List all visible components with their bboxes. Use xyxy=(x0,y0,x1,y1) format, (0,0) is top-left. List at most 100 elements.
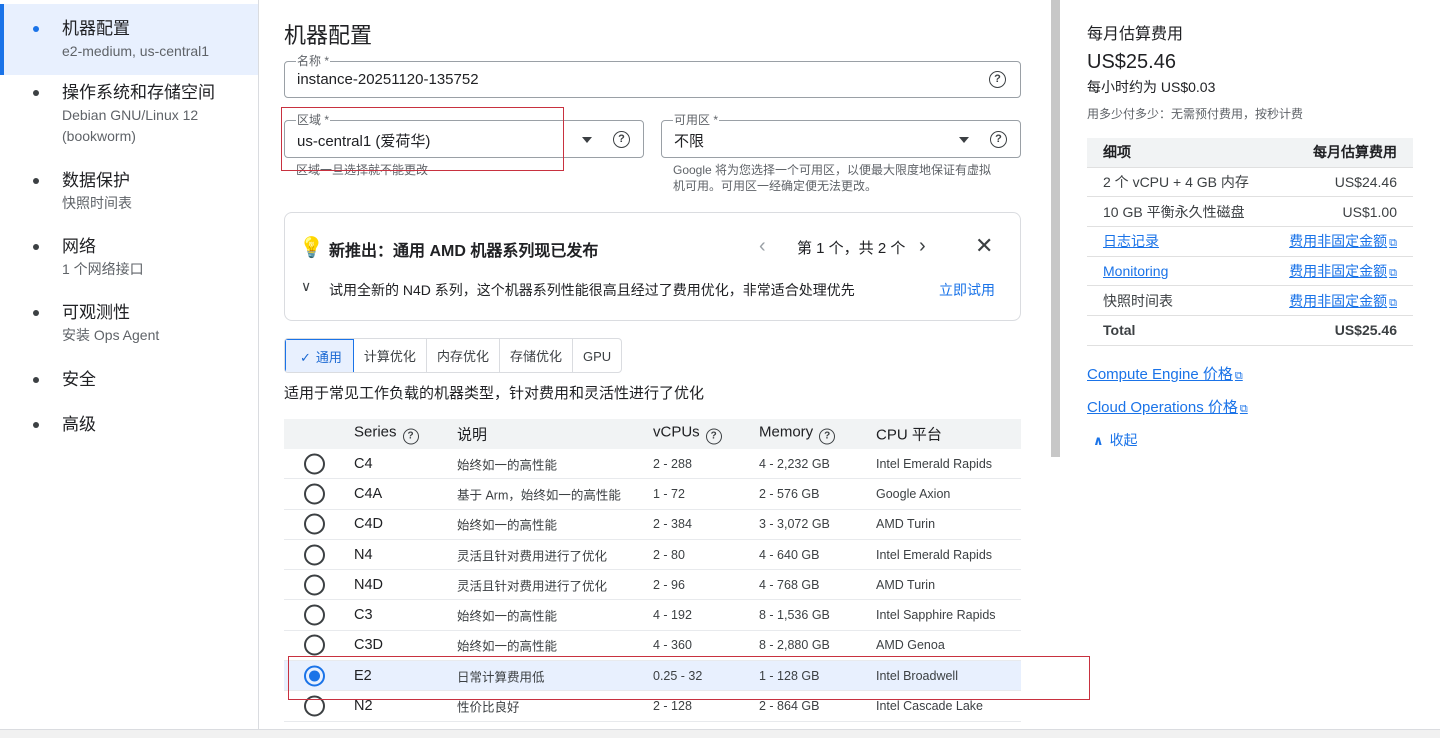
table-row[interactable]: N2 性价比良好 2 - 128 2 - 864 GB Intel Cascade La… xyxy=(284,691,1021,722)
series-radio[interactable] xyxy=(304,665,325,687)
chevron-down-icon[interactable]: ∨ xyxy=(301,278,311,295)
chevron-right-icon[interactable]: › xyxy=(919,235,926,258)
table-row[interactable]: C3 始终如一的高性能 4 - 192 8 - 1,536 GB Intel Sapph… xyxy=(284,600,1021,631)
close-icon[interactable]: ✕ xyxy=(975,233,993,259)
cost-value-link[interactable]: 费用非固定金额 ⧉ xyxy=(1289,261,1397,281)
series-radio[interactable] xyxy=(304,634,325,656)
variable-cost-link[interactable]: 费用非固定金额 xyxy=(1289,293,1387,309)
sidebar-item-security[interactable]: 安全 xyxy=(0,369,96,391)
series-radio[interactable] xyxy=(304,483,325,505)
series-description: 灵活且针对费用进行了优化 xyxy=(457,549,608,564)
table-row[interactable]: C4D 始终如一的高性能 2 - 384 3 - 3,072 GB AMD Turin xyxy=(284,510,1021,540)
series-radio[interactable] xyxy=(304,695,325,717)
series-vcpus: 2 - 128 xyxy=(653,699,692,714)
sidebar-item-label: 高级 xyxy=(62,415,96,434)
banner-pager: 第 1 个，共 2 个 xyxy=(797,240,906,257)
series-name: C4A xyxy=(354,485,383,502)
link-label: Cloud Operations 价格 xyxy=(1087,399,1238,416)
variable-cost-link[interactable]: 费用非固定金额 xyxy=(1289,263,1387,279)
billing-note: 用多少付多少：无需预付费用，按秒计费 xyxy=(1087,107,1304,121)
sidebar-item-sub: Debian GNU/Linux 12 (bookworm) xyxy=(62,107,199,144)
series-memory: 4 - 640 GB xyxy=(759,547,820,562)
cost-value-link[interactable]: 费用非固定金额 ⧉ xyxy=(1289,291,1397,311)
sidebar-item-network[interactable]: 网络 1 个网络接口 xyxy=(0,236,144,280)
region-select[interactable]: 区域 * us-central1 (爱荷华) ? xyxy=(284,114,644,158)
announcement-banner: 💡 新推出：通用 AMD 机器系列现已发布 ‹ 第 1 个，共 2 个 › ✕ … xyxy=(284,212,1021,321)
table-row[interactable]: N4 灵活且针对费用进行了优化 2 - 80 4 - 640 GB Intel Emer… xyxy=(284,540,1021,571)
series-radio[interactable] xyxy=(304,604,325,626)
variable-cost-link[interactable]: 费用非固定金额 xyxy=(1289,233,1387,249)
series-radio[interactable] xyxy=(304,544,325,566)
bullet-icon xyxy=(33,26,39,32)
collapse-label: 收起 xyxy=(1109,432,1138,448)
sidebar-item-sub: 1 个网络接口 xyxy=(62,261,144,277)
tab-storage-optimized[interactable]: 存储优化 xyxy=(500,339,573,372)
link-label: Compute Engine 价格 xyxy=(1087,366,1233,383)
help-icon[interactable]: ? xyxy=(990,131,1007,148)
horizontal-scrollbar[interactable] xyxy=(0,729,1440,738)
cost-value-link[interactable]: 费用非固定金额 ⧉ xyxy=(1289,231,1397,251)
chevron-left-icon[interactable]: ‹ xyxy=(759,235,766,258)
table-row[interactable]: C4A 基于 Arm，始终如一的高性能 1 - 72 2 - 576 GB Google… xyxy=(284,479,1021,510)
monitoring-link[interactable]: Monitoring xyxy=(1103,263,1168,279)
logging-link[interactable]: 日志记录 xyxy=(1103,231,1159,251)
series-description: 性价比良好 xyxy=(457,700,520,715)
help-icon[interactable]: ? xyxy=(402,428,419,445)
external-link-icon: ⧉ xyxy=(1234,370,1243,382)
series-platform: AMD Turin xyxy=(876,577,936,592)
bullet-icon xyxy=(33,422,39,428)
table-row[interactable]: E2 日常计算费用低 0.25 - 32 1 - 128 GB Intel Broadw… xyxy=(284,661,1021,692)
monthly-cost: US$25.46 xyxy=(1087,51,1176,73)
series-description: 始终如一的高性能 xyxy=(457,518,558,533)
table-row[interactable]: C4 始终如一的高性能 2 - 288 4 - 2,232 GB Intel Emera… xyxy=(284,449,1021,480)
cost-row: 2 个 vCPU + 4 GB 内存 US$24.46 xyxy=(1087,168,1413,198)
sidebar-item-label: 机器配置 xyxy=(62,19,130,38)
hourly-cost: 每小时约为 US$0.03 xyxy=(1087,79,1216,95)
sidebar-item-os-storage[interactable]: 操作系统和存储空间 Debian GNU/Linux 12 (bookworm) xyxy=(0,82,222,147)
help-icon[interactable]: ? xyxy=(819,428,836,445)
sidebar-item-label: 网络 xyxy=(62,237,96,256)
tab-gpu[interactable]: GPU xyxy=(573,339,621,372)
sidebar-nav: 机器配置 e2-medium, us-central1 操作系统和存储空间 De… xyxy=(0,0,259,729)
help-icon[interactable]: ? xyxy=(613,131,630,148)
banner-description: 试用全新的 N4D 系列，这个机器系列性能很高且经过了费用优化，非常适合处理优先 xyxy=(329,282,855,298)
sidebar-item-machine-config[interactable]: 机器配置 e2-medium, us-central1 xyxy=(0,4,258,75)
sidebar-item-label: 数据保护 xyxy=(62,171,130,190)
dropdown-caret-icon xyxy=(582,137,592,143)
series-platform: AMD Genoa xyxy=(876,638,945,653)
tab-general-purpose[interactable]: ✓ 通用 xyxy=(285,339,354,372)
compute-engine-pricing-link[interactable]: Compute Engine 价格 ⧉ xyxy=(1087,363,1243,384)
cost-value: US$1.00 xyxy=(1342,203,1397,220)
try-now-button[interactable]: 立即试用 xyxy=(939,280,995,300)
bullet-icon xyxy=(33,244,39,250)
zone-select[interactable]: 可用区 * 不限 ? xyxy=(661,114,1021,158)
series-name: N4 xyxy=(354,546,373,563)
series-memory: 8 - 2,880 GB xyxy=(759,638,830,653)
tab-memory-optimized[interactable]: 内存优化 xyxy=(427,339,500,372)
cost-item: 快照时间表 xyxy=(1103,292,1173,309)
vertical-scrollbar[interactable] xyxy=(1051,0,1060,457)
banner-title: 新推出：通用 AMD 机器系列现已发布 xyxy=(329,243,599,260)
series-radio[interactable] xyxy=(304,453,325,475)
table-row[interactable]: C3D 始终如一的高性能 4 - 360 8 - 2,880 GB AMD Genoa xyxy=(284,631,1021,662)
total-label: Total xyxy=(1103,322,1136,339)
collapse-button[interactable]: ∧ 收起 xyxy=(1093,430,1138,450)
table-body: C4 始终如一的高性能 2 - 288 4 - 2,232 GB Intel Emera… xyxy=(284,449,1021,722)
cloud-operations-pricing-link[interactable]: Cloud Operations 价格 ⧉ xyxy=(1087,396,1248,417)
series-radio[interactable] xyxy=(304,513,325,535)
tab-compute-optimized[interactable]: 计算优化 xyxy=(354,339,427,372)
sidebar-item-sub: 安装 Ops Agent xyxy=(62,327,160,343)
check-icon: ✓ xyxy=(300,350,311,365)
external-link-icon: ⧉ xyxy=(1239,403,1248,415)
tab-description: 适用于常见工作负载的机器类型，针对费用和灵活性进行了优化 xyxy=(284,385,705,402)
series-radio[interactable] xyxy=(304,574,325,596)
sidebar-item-advanced[interactable]: 高级 xyxy=(0,414,96,436)
instance-name-field[interactable]: 名称 * instance-20251120-135752 ? xyxy=(284,55,1021,98)
table-row[interactable]: N4D 灵活且针对费用进行了优化 2 - 96 4 - 768 GB AMD Turin xyxy=(284,570,1021,601)
help-icon[interactable]: ? xyxy=(989,71,1006,88)
sidebar-item-observability[interactable]: 可观测性 安装 Ops Agent xyxy=(0,302,159,346)
cost-title: 每月估算费用 xyxy=(1087,26,1184,43)
series-memory: 8 - 1,536 GB xyxy=(759,608,830,623)
sidebar-item-data-protection[interactable]: 数据保护 快照时间表 xyxy=(0,170,132,214)
help-icon[interactable]: ? xyxy=(705,428,722,445)
